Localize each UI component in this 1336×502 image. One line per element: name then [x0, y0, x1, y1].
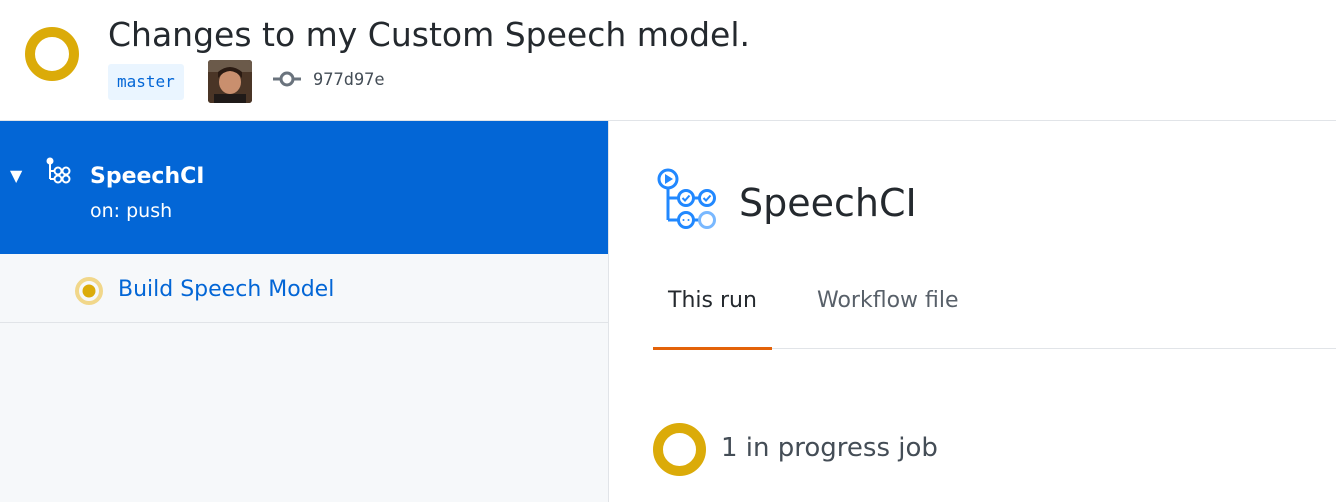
sidebar-item-workflow[interactable]: ▼ SpeechCI on: push: [0, 121, 608, 254]
progress-summary: 1 in progress job: [721, 433, 938, 463]
workflow-icon: [46, 157, 71, 184]
sidebar-item-job[interactable]: Build Speech Model: [0, 255, 608, 323]
in-progress-status-icon: [25, 27, 79, 81]
run-header: Changes to my Custom Speech model. maste…: [0, 0, 1336, 121]
commit-title: Changes to my Custom Speech model.: [108, 15, 751, 54]
sidebar: ▼ SpeechCI on: push Build Speech Model: [0, 121, 609, 502]
in-progress-spinner-icon: [75, 277, 103, 305]
job-name-link[interactable]: Build Speech Model: [118, 276, 334, 304]
tab-workflow-file[interactable]: Workflow file: [802, 269, 974, 347]
avatar[interactable]: [208, 60, 252, 103]
workflow-trigger: on: push: [90, 200, 173, 222]
branch-badge[interactable]: master: [108, 64, 184, 100]
main-panel: SpeechCI This run Workflow file 1 in pro…: [609, 121, 1336, 502]
workflow-name: SpeechCI: [90, 164, 205, 189]
git-commit-icon: [273, 71, 301, 87]
triangle-down-icon[interactable]: ▼: [10, 166, 22, 186]
tab-bar: This run Workflow file: [653, 269, 1336, 350]
commit-sha-link[interactable]: 977d97e: [313, 68, 385, 92]
in-progress-status-icon: [653, 423, 706, 476]
tab-this-run[interactable]: This run: [653, 269, 772, 350]
workflow-icon: [657, 168, 716, 229]
workflow-title: SpeechCI: [739, 181, 917, 225]
